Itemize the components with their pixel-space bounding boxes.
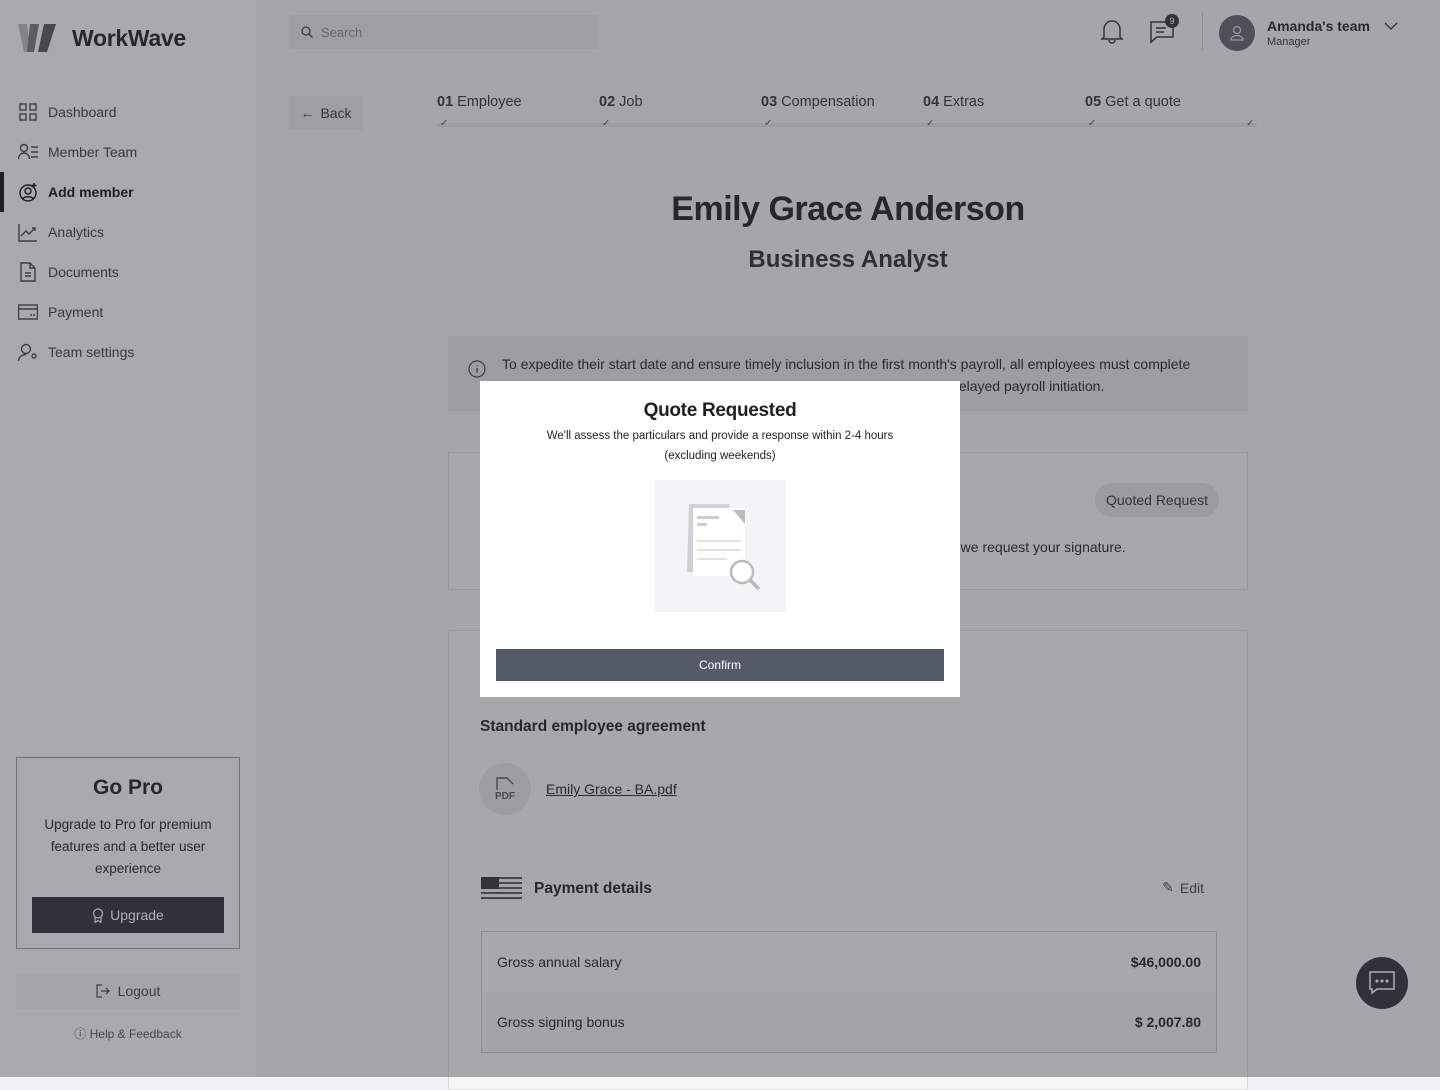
- quote-requested-modal: Quote Requested We'll assess the particu…: [480, 381, 960, 697]
- confirm-button[interactable]: Confirm: [496, 649, 944, 681]
- modal-text-line1: We'll assess the particulars and provide…: [546, 430, 894, 442]
- modal-title: Quote Requested: [643, 400, 797, 421]
- document-search-illustration: [655, 480, 786, 612]
- modal-text-line2: (excluding weekends): [664, 450, 776, 462]
